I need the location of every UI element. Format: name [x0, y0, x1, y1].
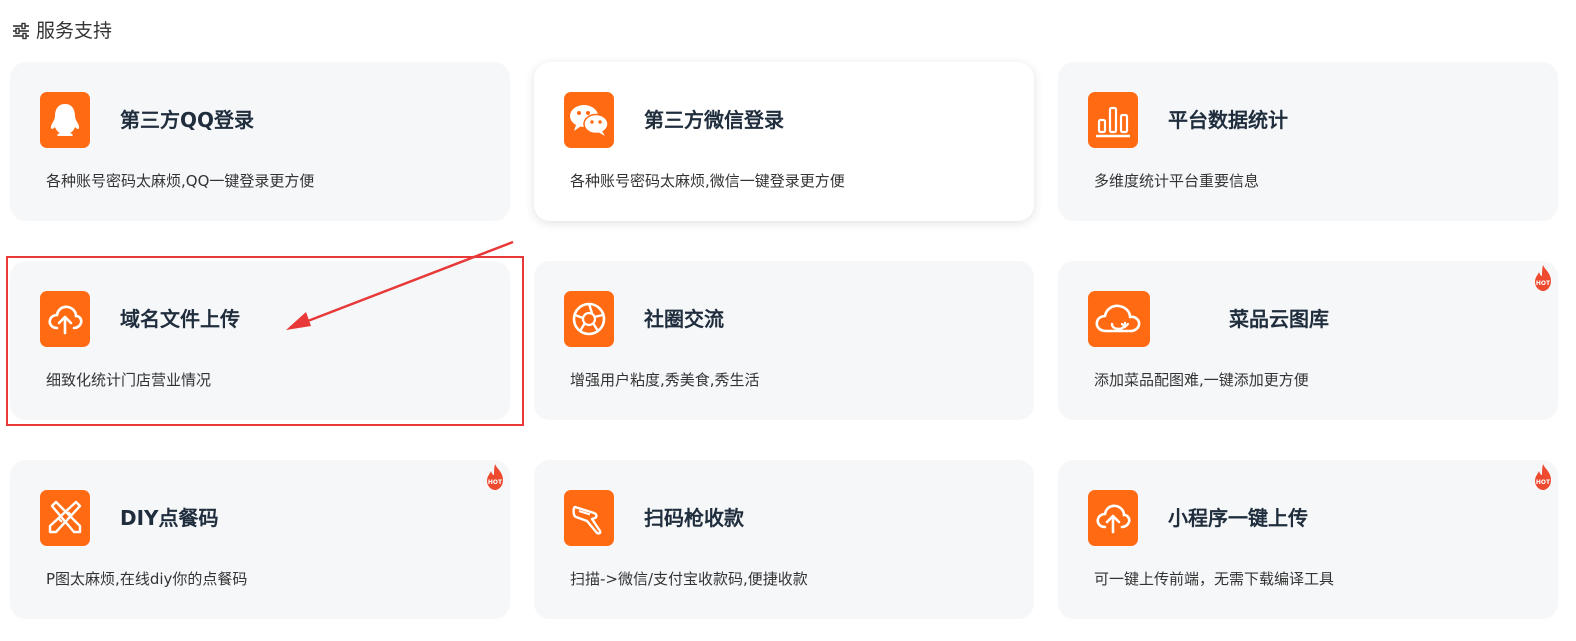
sliders-icon	[13, 22, 29, 40]
card-social-circle[interactable]: 社圈交流 增强用户粘度,秀美食,秀生活	[534, 261, 1034, 420]
card-qq-login[interactable]: 第三方QQ登录 各种账号密码太麻烦,QQ一键登录更方便	[10, 62, 510, 221]
card-title: 小程序一键上传	[1168, 506, 1308, 530]
card-title: 菜品云图库	[1229, 307, 1329, 331]
card-domain-file-upload[interactable]: 域名文件上传 细致化统计门店营业情况	[10, 261, 510, 420]
hot-badge-icon: HOT	[1535, 265, 1551, 291]
card-title: 扫码枪收款	[644, 506, 744, 530]
svg-text:HOT: HOT	[488, 479, 503, 486]
svg-text:HOT: HOT	[1536, 479, 1551, 486]
card-desc: 多维度统计平台重要信息	[1094, 172, 1260, 190]
svg-text:HOT: HOT	[1536, 280, 1551, 287]
card-diy-menu-code[interactable]: DIY点餐码 P图太麻烦,在线diy你的点餐码 HOT	[10, 460, 510, 619]
section-header: 服务支持	[12, 18, 112, 44]
card-desc: 各种账号密码太麻烦,QQ一键登录更方便	[46, 172, 315, 190]
card-title: 社圈交流	[644, 307, 724, 331]
card-title: 第三方QQ登录	[120, 108, 255, 132]
card-title: 域名文件上传	[120, 307, 240, 331]
card-wechat-login[interactable]: 第三方微信登录 各种账号密码太麻烦,微信一键登录更方便	[534, 62, 1034, 221]
card-scanner-payment[interactable]: 扫码枪收款 扫描->微信/支付宝收款码,便捷收款	[534, 460, 1034, 619]
card-miniprogram-upload[interactable]: 小程序一键上传 可一键上传前端，无需下载编译工具 HOT	[1058, 460, 1558, 619]
card-platform-stats[interactable]: 平台数据统计 多维度统计平台重要信息	[1058, 62, 1558, 221]
wechat-icon	[564, 92, 614, 148]
hot-badge-icon: HOT	[487, 464, 503, 490]
card-desc: 扫描->微信/支付宝收款码,便捷收款	[570, 570, 808, 588]
scanner-gun-icon	[564, 490, 614, 546]
hot-badge-icon: HOT	[1535, 464, 1551, 490]
card-desc: 细致化统计门店营业情况	[46, 371, 212, 389]
cloud-upload-icon	[1088, 490, 1138, 546]
card-desc: 可一键上传前端，无需下载编译工具	[1094, 570, 1335, 588]
pencil-ruler-icon	[40, 490, 90, 546]
cloud-upload-icon	[40, 291, 90, 347]
qq-icon	[40, 92, 90, 148]
card-title: 平台数据统计	[1168, 108, 1288, 132]
card-desc: 添加菜品配图难,一键添加更方便	[1094, 371, 1309, 389]
bar-chart-icon	[1088, 92, 1138, 148]
card-desc: 增强用户粘度,秀美食,秀生活	[570, 371, 760, 389]
card-dish-cloud-gallery[interactable]: 菜品云图库 添加菜品配图难,一键添加更方便 HOT	[1058, 261, 1558, 420]
card-title: DIY点餐码	[120, 506, 219, 530]
page: 服务支持 第三方QQ登录 各种账号密码太麻烦,QQ一键登录更方便 第三方微信登录…	[0, 0, 1576, 641]
aperture-icon	[564, 291, 614, 347]
cloud-download-icon	[1088, 291, 1150, 347]
card-desc: 各种账号密码太麻烦,微信一键登录更方便	[570, 172, 845, 190]
section-title: 服务支持	[36, 20, 113, 42]
service-grid: 第三方QQ登录 各种账号密码太麻烦,QQ一键登录更方便 第三方微信登录 各种账号…	[10, 62, 1558, 619]
card-title: 第三方微信登录	[644, 108, 784, 132]
card-desc: P图太麻烦,在线diy你的点餐码	[46, 570, 248, 588]
